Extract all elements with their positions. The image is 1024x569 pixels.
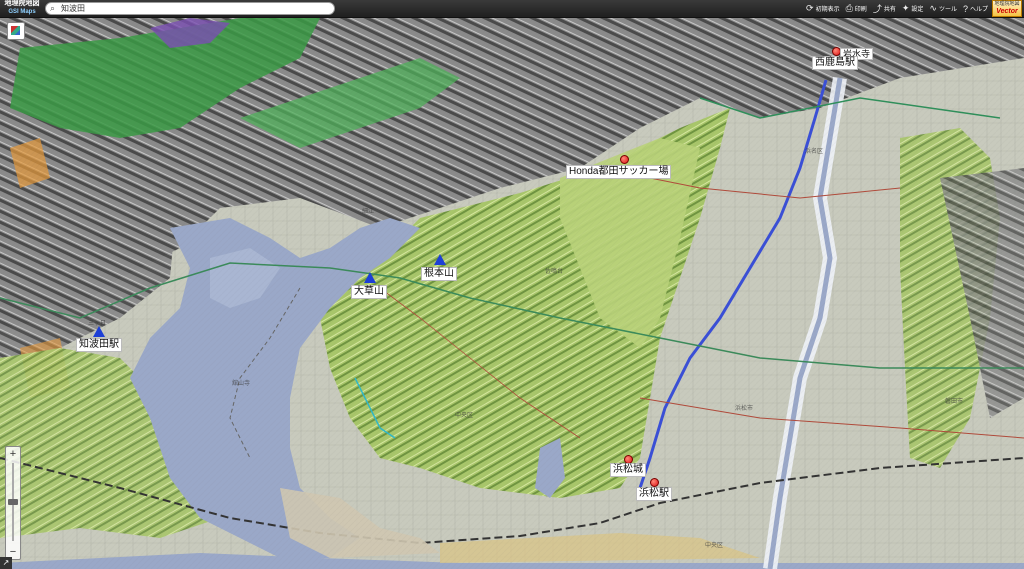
logo-subtitle: GSI Maps: [8, 9, 36, 15]
zoom-slider-handle[interactable]: [8, 499, 18, 505]
search-input[interactable]: 知波田: [61, 3, 85, 14]
tool-label: ヘルプ: [969, 7, 988, 13]
station-marker[interactable]: [93, 326, 105, 337]
map-label-small: 浜名区: [805, 149, 824, 155]
search-icon: ⌕: [50, 3, 56, 13]
vector-map-button[interactable]: 地理院地図 Vector: [992, 0, 1022, 17]
top-toolbar: 地理院地図 GSI Maps ⌕ 知波田 ⟳ 初期表示 ⎙ 印刷 ⤴ 共有 ✦ …: [0, 0, 1024, 18]
map-label-small: 中央区: [705, 543, 724, 549]
poi-marker[interactable]: [650, 478, 659, 487]
mountain-label-ogusa[interactable]: 大草山: [351, 285, 387, 299]
help-icon: ?: [962, 3, 968, 14]
tool-label: 印刷: [854, 7, 867, 13]
station-label-hamamatsu[interactable]: 浜松駅: [636, 487, 672, 501]
poi-marker[interactable]: [620, 155, 629, 164]
map-label-small: 細江: [362, 209, 375, 215]
gear-icon: ✦: [901, 3, 910, 13]
station-label-nishikajima[interactable]: 西鹿島駅: [812, 56, 858, 70]
map-label-small: 中央区: [455, 413, 474, 419]
zoom-control: + −: [5, 446, 21, 560]
map-terrain: [0, 18, 1024, 569]
tool-settings[interactable]: ✦ 設定: [902, 3, 924, 14]
poi-label-honda[interactable]: Honda都田サッカー場: [566, 165, 672, 179]
tool-tools[interactable]: ∿ ツール: [929, 3, 957, 14]
share-icon: ⤴: [872, 4, 882, 14]
zoom-in-button[interactable]: +: [6, 447, 20, 461]
map-label-small: 浜松市: [735, 406, 754, 412]
tool-label: 初期表示: [815, 7, 840, 13]
map-label-small: 佐鳴台: [545, 269, 564, 275]
vector-label-top: 地理院地図: [994, 1, 1020, 7]
refresh-icon: ⟳: [806, 3, 814, 13]
tool-label: 共有: [883, 7, 896, 13]
mountain-label-nekoyama[interactable]: 根本山: [421, 267, 457, 281]
station-label-chibata[interactable]: 知波田駅: [76, 338, 122, 352]
map-label-small: 磐田市: [945, 399, 964, 405]
logo-title: 地理院地図: [4, 0, 40, 7]
app-logo[interactable]: 地理院地図 GSI Maps: [2, 0, 42, 17]
tool-label: ツール: [938, 7, 957, 13]
vector-label: Vector: [996, 8, 1018, 15]
tool-print[interactable]: ⎙ 印刷: [846, 3, 867, 14]
toolbar-menu: ⟳ 初期表示 ⎙ 印刷 ⤴ 共有 ✦ 設定 ∿ ツール ? ヘルプ: [800, 0, 988, 17]
map-label-small: 舘山寺: [232, 381, 251, 387]
mountain-marker[interactable]: [434, 254, 446, 265]
tool-share[interactable]: ⤴ 共有: [873, 2, 896, 15]
expand-arrow-icon[interactable]: ↗: [0, 557, 12, 569]
tool-label: 設定: [911, 7, 924, 13]
print-icon: ⎙: [845, 3, 853, 13]
search-box[interactable]: ⌕ 知波田: [45, 2, 335, 15]
mountain-marker[interactable]: [364, 272, 376, 283]
tool-initial-view[interactable]: ⟳ 初期表示: [806, 3, 840, 14]
layer-switch-button[interactable]: [7, 22, 25, 40]
map-canvas[interactable]: 浜名区 中央区 中央区 浜松市 磐田市 三ヶ日 細江 佐鳴台 舘山寺 岩水寺 西…: [0, 18, 1024, 569]
poi-label-hamamatsujo[interactable]: 浜松城: [610, 463, 646, 477]
chart-icon: ∿: [929, 3, 937, 13]
tool-help[interactable]: ? ヘルプ: [963, 4, 988, 14]
